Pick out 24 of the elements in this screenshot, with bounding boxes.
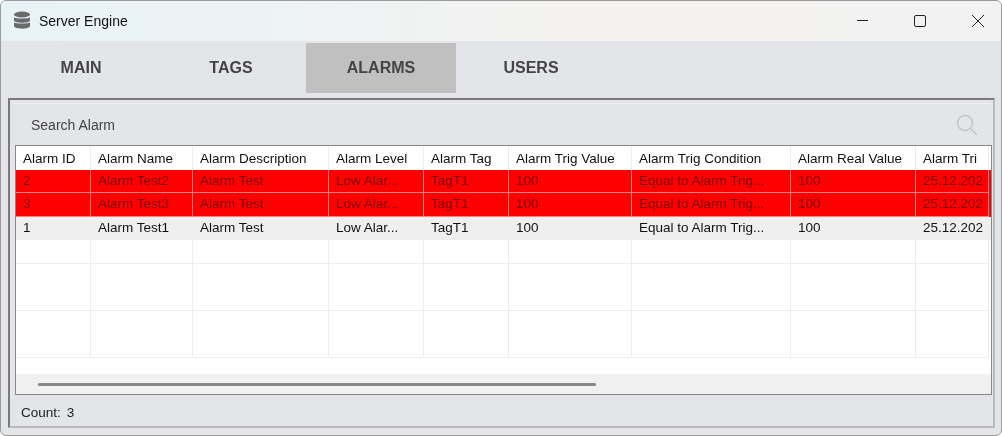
count-label: Count: bbox=[21, 405, 61, 420]
count-value: 3 bbox=[66, 405, 75, 420]
minimize-icon bbox=[856, 20, 868, 22]
scrollbar-thumb[interactable] bbox=[38, 382, 596, 386]
table-cell: 100 bbox=[509, 193, 632, 217]
horizontal-scrollbar[interactable] bbox=[16, 374, 991, 394]
table-cell: 25.12.202 bbox=[916, 193, 989, 217]
database-icon bbox=[13, 11, 31, 31]
close-icon bbox=[972, 15, 984, 27]
table-cell: 3 bbox=[16, 193, 91, 217]
tab[interactable]: ALARMS bbox=[306, 43, 456, 93]
window-title: Server Engine bbox=[39, 13, 129, 29]
table-cell: Alarm Test3 bbox=[91, 193, 193, 217]
table-cell: 100 bbox=[791, 193, 916, 217]
tab[interactable]: TAGS bbox=[156, 43, 306, 93]
table-row[interactable]: 1 Alarm Test1 Alarm Test Low Alar... TagT1 100 Equal to Alarm Trig... 100 25.12.202 bbox=[16, 216, 991, 240]
table-cell: TagT1 bbox=[424, 193, 509, 217]
table-cell: Equal to Alarm Trig... bbox=[632, 193, 791, 217]
tab[interactable]: USERS bbox=[456, 43, 606, 93]
maximize-icon bbox=[914, 15, 926, 27]
search-field[interactable]: Search Alarm bbox=[29, 115, 956, 134]
table-cell: Low Alar... bbox=[329, 193, 424, 217]
table-cell: Alarm Test bbox=[193, 193, 329, 217]
tab[interactable]: MAIN bbox=[6, 43, 156, 93]
